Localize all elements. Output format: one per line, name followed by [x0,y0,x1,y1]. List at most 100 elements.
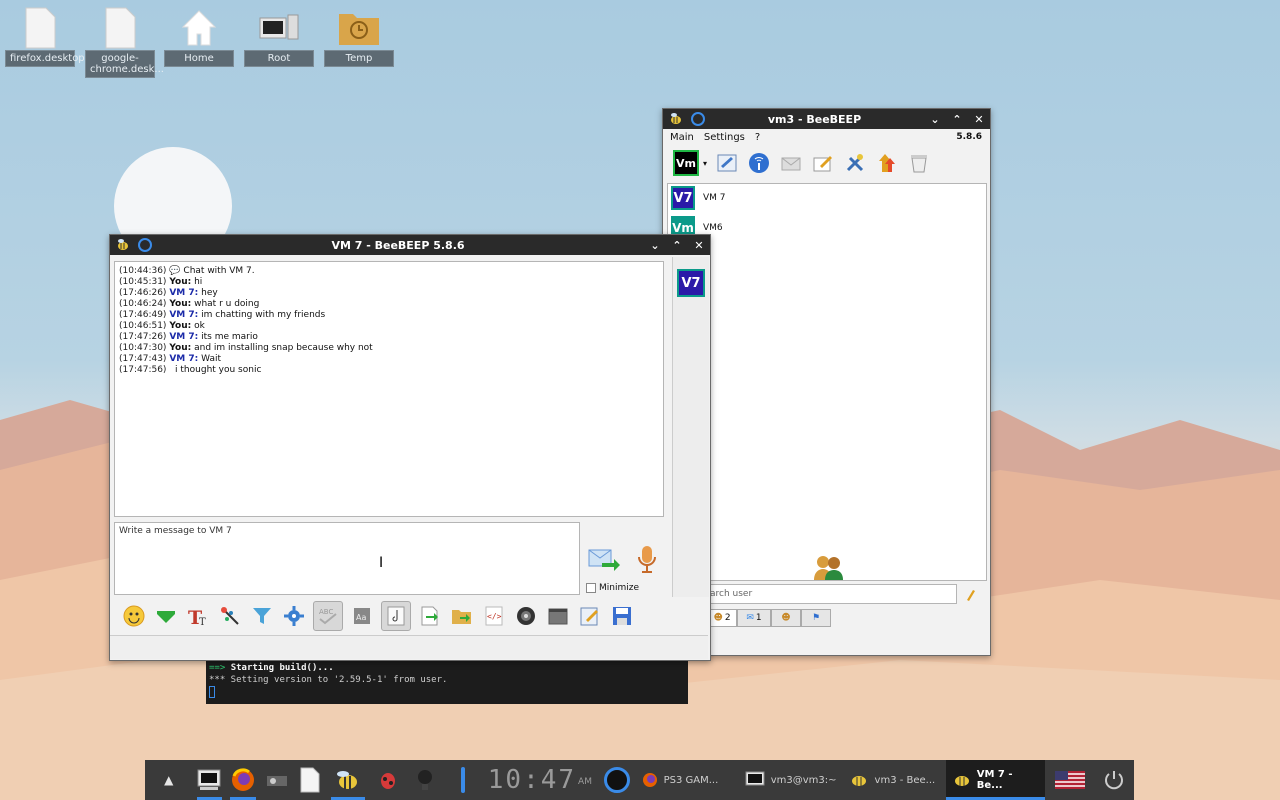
window-capture-icon[interactable] [545,603,571,629]
bottom-tabs: ☻ 2 ✉ 1 ☻ ⚑ [707,609,831,627]
desktop-icon-root[interactable]: Root [240,6,318,67]
chat-message: (10:44:36) 💬 Chat with VM 7. [119,266,659,277]
update-icon[interactable] [874,150,900,176]
task-vm7-beebeep[interactable]: VM 7 - Be... [945,760,1045,800]
group-users-icon[interactable] [813,554,845,583]
trash-icon[interactable] [906,150,932,176]
tab-shares[interactable]: ⚑ [801,609,831,627]
network-icon[interactable] [746,150,772,176]
font-icon[interactable]: TT [185,603,211,629]
message-time: (17:47:43) [119,354,167,364]
spellcheck-icon[interactable]: ABC [313,601,343,631]
message-text: hi [194,277,203,287]
show-hidden-icon[interactable]: ▲ [145,760,193,800]
send-file-icon[interactable] [417,603,443,629]
chat-titlebar[interactable]: VM 7 - BeeBEEP 5.8.6 ⌄ ⌃ ✕ [110,235,710,255]
tab-count: 2 [724,613,731,623]
tools-icon[interactable] [842,150,868,176]
desktop-icon-label: firefox.desktop [5,50,85,67]
menu-help[interactable]: ? [755,132,760,143]
user-row[interactable]: Vm VM6 [668,214,986,242]
terminal-cursor [209,686,215,698]
window-title: vm3 - BeeBEEP [767,112,862,126]
tab-groups[interactable]: ☻ [771,609,801,627]
music-note-icon[interactable] [381,601,411,631]
lightbulb-icon[interactable] [406,760,444,800]
screenshot-icon[interactable] [513,603,539,629]
chat-bubble-icon: 💬 [169,266,181,276]
maximize-button[interactable]: ⌃ [666,239,688,252]
us-flag-icon[interactable] [1045,760,1095,800]
file-icon [81,6,159,50]
green-arrow-icon[interactable] [153,603,179,629]
filter-icon[interactable] [249,603,275,629]
terminal-window[interactable]: ==> Starting build()... *** Setting vers… [206,660,688,704]
main-titlebar[interactable]: vm3 - BeeBEEP ⌄ ⌃ ✕ [663,109,990,129]
desktop-icon-label: Temp [324,50,394,67]
message-input[interactable]: Write a message to VM 7 [114,522,580,595]
menu-settings[interactable]: Settings [704,132,745,143]
chevron-down-icon[interactable]: ▾ [703,159,707,168]
thermometer-icon[interactable] [444,760,482,800]
chat-message: (10:45:31) You: hi [119,277,659,288]
firefox-icon[interactable] [226,760,260,800]
desktop-icon-firefox[interactable]: firefox.desktop [1,6,85,67]
chat-icon: ✉ [746,613,754,623]
save-icon[interactable] [609,603,635,629]
member-avatar[interactable]: V7 [677,269,705,297]
power-icon[interactable] [1094,760,1134,800]
chat-message: (17:47:43) VM 7: Wait [119,354,659,365]
write-note-icon[interactable] [810,150,836,176]
my-avatar[interactable]: Vm [673,150,699,176]
settings-icon[interactable] [281,603,307,629]
tab-users[interactable]: ☻ 2 [707,609,737,627]
message-sender: You: [169,343,192,353]
dictionary-icon[interactable]: Aa [349,603,375,629]
tab-chats[interactable]: ✉ 1 [737,609,771,627]
message-text: hey [201,288,218,298]
message-text: Chat with VM 7. [183,266,255,276]
close-button[interactable]: ✕ [968,113,990,126]
maximize-button[interactable]: ⌃ [946,113,968,126]
color-picker-icon[interactable] [217,603,243,629]
system-tools-icon[interactable] [260,760,294,800]
minimize-checkbox[interactable] [586,583,596,593]
desktop-icon-chrome[interactable]: google-chrome.desk... [81,6,164,78]
message-icon[interactable] [778,150,804,176]
chat-member-panel: V7 [672,257,709,597]
bug-icon[interactable] [369,760,407,800]
users-icon: ☻ [713,613,723,623]
edit-note-icon[interactable] [577,603,603,629]
menu-main[interactable]: Main [670,132,694,143]
task-terminal[interactable]: vm3@vm3:~ [739,760,843,800]
desktop-icon-temp[interactable]: Temp [320,6,398,67]
message-text: im chatting with my friends [201,310,326,320]
minimize-button[interactable]: ⌄ [644,239,666,252]
clock[interactable]: 10:47 AM [482,760,598,800]
send-folder-icon[interactable] [449,603,475,629]
tab-count: 1 [755,613,762,623]
microphone-icon[interactable] [636,545,658,576]
beebeep-launcher-icon[interactable] [327,760,369,800]
minimize-button[interactable]: ⌄ [924,113,946,126]
version-label: 5.8.6 [956,132,982,142]
terminal-launcher-icon[interactable] [193,760,227,800]
close-button[interactable]: ✕ [688,239,710,252]
search-user-input[interactable]: arch user [707,584,957,604]
edit-profile-icon[interactable] [714,150,740,176]
chat-message: (10:46:51) You: ok [119,321,659,332]
beebeep-logo-icon [671,113,681,124]
task-ps3-games[interactable]: PS3 GAM... [636,760,739,800]
emoticon-icon[interactable] [121,603,147,629]
clear-search-icon[interactable] [963,586,979,605]
task-vm3-beebeep[interactable]: vm3 - Bee... [843,760,946,800]
svg-text:Aa: Aa [356,613,366,622]
desktop-icon-home[interactable]: Home [160,6,238,67]
chat-log: (10:44:36) 💬 Chat with VM 7. (10:45:31) … [114,261,664,517]
user-row[interactable]: V7 VM 7 [668,184,986,212]
code-icon[interactable]: </> [481,603,507,629]
firefox-small-icon [642,773,657,787]
text-editor-icon[interactable] [294,760,328,800]
activities-ring-icon[interactable] [598,760,636,800]
send-icon[interactable] [588,547,620,576]
